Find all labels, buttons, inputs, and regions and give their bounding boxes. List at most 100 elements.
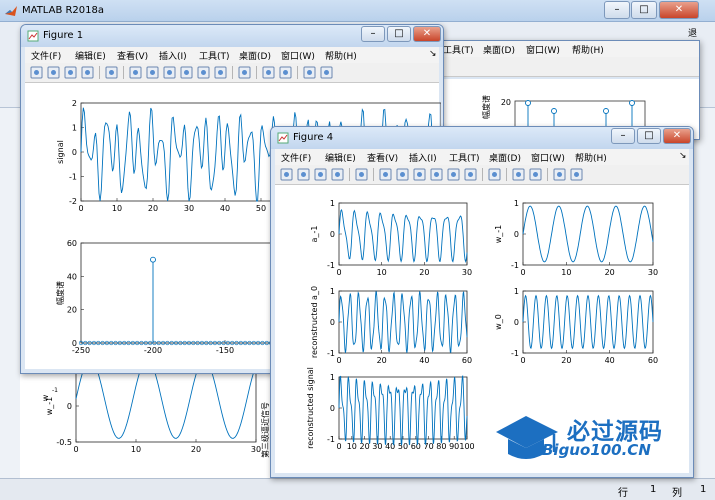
colorbar-icon[interactable] [261,65,276,80]
back-w1-line [75,358,257,439]
menu-window[interactable]: 窗口(W) [526,43,560,56]
toolbar-separator [482,168,483,181]
save-icon[interactable] [313,167,328,182]
menu-insert[interactable]: 插入(I) [409,151,437,164]
pointer-icon[interactable] [104,65,119,80]
legend-icon[interactable] [278,65,293,80]
zoom-in-icon[interactable] [128,65,143,80]
rotate-icon[interactable] [429,167,444,182]
menu-file[interactable]: 文件(F) [31,49,61,62]
pan-icon[interactable] [412,167,427,182]
menu-file[interactable]: 文件(F) [281,151,311,164]
w0-plot: 0 20 40 60-101w_0 [494,287,658,365]
f4-recsig-ylabel: reconstructed signal [306,367,315,449]
menu-tools[interactable]: 工具(T) [449,151,480,164]
menu-dock-arrow-icon[interactable]: ↘ [679,151,687,161]
menu-help[interactable]: 帮助(H) [575,151,607,164]
open-file-icon[interactable] [46,65,61,80]
new-file-icon[interactable] [29,65,44,80]
stem-marker [525,100,531,106]
x-tick-label: 20 [360,442,370,451]
menu-view[interactable]: 查看(V) [117,49,148,62]
brush-icon[interactable] [213,65,228,80]
back-w1-series: 0102030-0.500.5w_-1 [45,358,261,454]
show-tools-icon[interactable] [319,65,334,80]
menu-edit[interactable]: 编辑(E) [75,49,106,62]
back-figure-lower: w -1 0102030-0.500.5w_-1 第三级逼近信号 [20,358,280,478]
show-tools-icon[interactable] [569,167,584,182]
menu-desktop[interactable]: 桌面(D) [483,43,515,56]
figure-4-titlebar: Figure 4 – □ ✕ [271,127,693,149]
x-tick-label: 0 [336,442,341,451]
brush-icon[interactable] [463,167,478,182]
pointer-icon[interactable] [354,167,369,182]
fig1-close-button[interactable]: ✕ [413,26,441,42]
exit-label[interactable]: 退 [688,26,697,39]
close-button[interactable]: ✕ [659,1,699,19]
hide-tools-icon[interactable] [302,65,317,80]
pan-icon[interactable] [162,65,177,80]
stem-marker [551,108,557,114]
y-tick-label: 0 [514,230,519,239]
legend-icon[interactable] [528,167,543,182]
hide-tools-icon[interactable] [552,167,567,182]
zoom-out-icon[interactable] [395,167,410,182]
menu-edit[interactable]: 编辑(E) [325,151,356,164]
matlab-logo-icon [5,6,17,16]
fig4-close-button[interactable]: ✕ [663,128,691,144]
menu-tools[interactable]: 工具(T) [199,49,230,62]
print-icon[interactable] [80,65,95,80]
fig4-maximize-button[interactable]: □ [637,128,661,144]
f1-spectrum-ylabel: 幅度谱 [55,281,65,305]
back-spectrum-ylabel: 幅度谱 [481,95,491,119]
menu-tools[interactable]: 工具(T) [443,43,474,56]
data-cursor-icon[interactable] [196,65,211,80]
y-tick-label: 0 [330,230,335,239]
menu-view[interactable]: 查看(V) [367,151,398,164]
menu-desktop[interactable]: 桌面(D) [239,49,271,62]
minimize-button[interactable]: – [604,1,630,19]
back-w1-axes-box [75,369,257,443]
link-icon[interactable] [487,167,502,182]
data-cursor-icon[interactable] [446,167,461,182]
y-tick-label: 1 [514,199,519,208]
w1-plot: 0 10 20 30-101w_-1 [494,199,658,277]
menu-help[interactable]: 帮助(H) [325,49,357,62]
y-tick-label: 1 [330,373,335,382]
watermark: 必过源码 Biguo100.CN [492,408,692,468]
menu-window[interactable]: 窗口(W) [281,49,315,62]
open-file-icon[interactable] [296,167,311,182]
col-value: 1 [700,484,707,495]
menu-help[interactable]: 帮助(H) [572,43,604,56]
link-icon[interactable] [237,65,252,80]
x-tick-label: 10 [131,445,141,454]
x-tick-label: 50 [256,204,266,213]
zoom-out-icon[interactable] [145,65,160,80]
y-tick-label: 0 [72,339,77,348]
menu-dock-arrow-icon[interactable]: ↘ [429,49,437,59]
menu-desktop[interactable]: 桌面(D) [489,151,521,164]
y-tick-label: 60 [67,239,77,248]
x-tick-label: 90 [449,442,459,451]
f4-w1-series [522,205,654,263]
x-tick-label: 60 [411,442,421,451]
x-tick-label: -200 [144,346,162,355]
toolbar-separator [297,66,298,79]
fig1-minimize-button[interactable]: – [361,26,385,42]
new-file-icon[interactable] [279,167,294,182]
colorbar-icon[interactable] [511,167,526,182]
x-tick-label: 30 [184,204,194,213]
save-icon[interactable] [63,65,78,80]
y-tick-label: -0.5 [56,438,72,447]
maximize-button[interactable]: □ [631,1,657,19]
fig1-maximize-button[interactable]: □ [387,26,411,42]
rotate-icon[interactable] [179,65,194,80]
fig4-minimize-button[interactable]: – [611,128,635,144]
menu-window[interactable]: 窗口(W) [531,151,565,164]
print-icon[interactable] [330,167,345,182]
zoom-in-icon[interactable] [378,167,393,182]
f4-reca0-ylabel: reconstructed a_0 [310,286,319,358]
figure-window-back[interactable]: 工具(T) 桌面(D) 窗口(W) 帮助(H) 幅度谱 20 [432,40,700,140]
toolbar-separator [373,168,374,181]
menu-insert[interactable]: 插入(I) [159,49,187,62]
